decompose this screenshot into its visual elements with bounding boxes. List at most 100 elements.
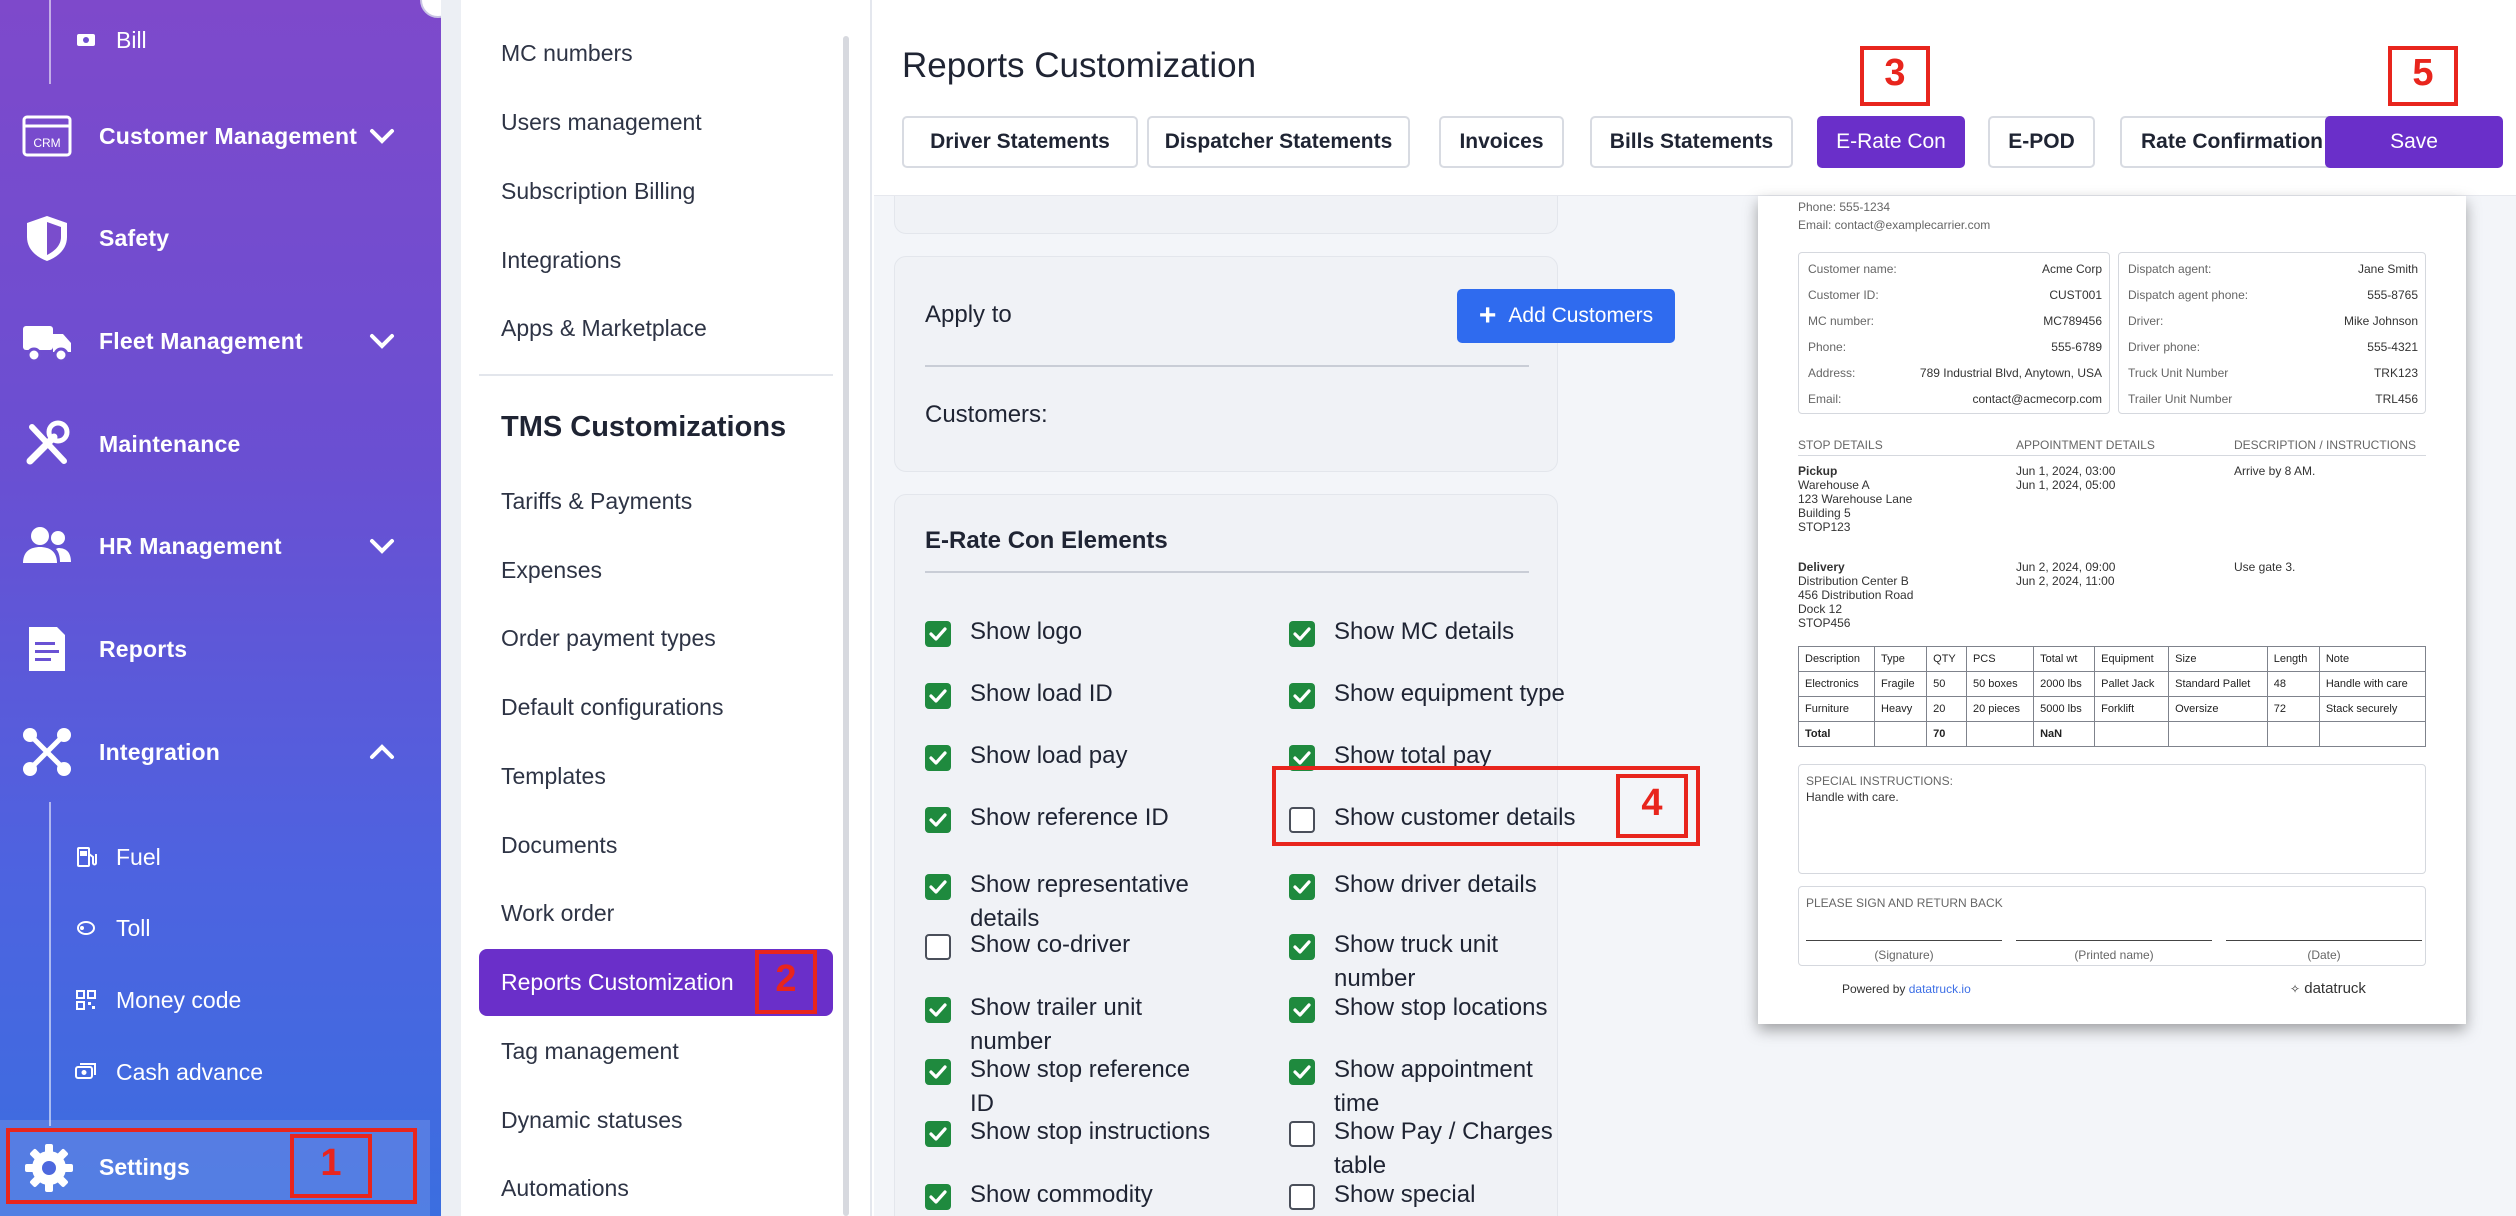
menu-item-templates[interactable]: Templates	[501, 763, 606, 790]
table-header: Length	[2266, 646, 2320, 672]
checkbox[interactable]	[925, 683, 951, 709]
brand-mark-icon: ✧	[2290, 982, 2301, 996]
menu-item-tariffs-payments[interactable]: Tariffs & Payments	[501, 488, 692, 515]
table-header: Description	[1797, 646, 1876, 672]
checkbox-label: Show trailer unit number	[970, 994, 1143, 1055]
chevron-up-icon[interactable]	[365, 735, 399, 769]
tab-driver-statements[interactable]: Driver Statements	[902, 116, 1138, 168]
stop-note: Use gate 3.	[2234, 560, 2296, 574]
table-cell: Heavy	[1874, 696, 1928, 722]
checkbox-label: Show representative details	[970, 871, 1189, 932]
field-label: Customer name:	[1808, 262, 1897, 276]
checkbox[interactable]	[925, 1184, 951, 1210]
checkbox[interactable]	[925, 745, 951, 771]
sidebar-item-reports[interactable]: Reports	[0, 609, 441, 689]
divider	[925, 365, 1529, 367]
checkbox[interactable]	[1289, 934, 1315, 960]
checkbox[interactable]	[925, 934, 951, 960]
sidebar-item-money-code[interactable]: Money code	[40, 972, 440, 1028]
brand-logo: ✧ datatruck	[2290, 980, 2366, 997]
tab-invoices[interactable]: Invoices	[1439, 116, 1564, 168]
table-header: QTY	[1926, 646, 1967, 672]
menu-item-automations[interactable]: Automations	[501, 1175, 629, 1202]
menu-item-documents[interactable]: Documents	[501, 832, 617, 859]
special-title: SPECIAL INSTRUCTIONS:	[1806, 774, 1953, 788]
field-value: 789 Industrial Blvd, Anytown, USA	[1919, 366, 2102, 380]
field-value: MC789456	[2043, 314, 2102, 328]
sidebar-item-label: HR Management	[99, 532, 282, 559]
field-label: Dispatch agent:	[2128, 262, 2212, 276]
checkbox-label: Show truck unit number	[1334, 931, 1499, 992]
sidebar-item-bill[interactable]: Bill	[40, 12, 440, 68]
sidebar-item-fuel[interactable]: Fuel	[40, 829, 440, 885]
checkbox[interactable]	[1289, 997, 1315, 1023]
menu-item-subscription-billing[interactable]: Subscription Billing	[501, 178, 695, 205]
checkbox[interactable]	[1289, 621, 1315, 647]
checkbox[interactable]	[1289, 1184, 1315, 1210]
table-cell: Pallet Jack	[2094, 671, 2170, 697]
menu-item-work-order[interactable]: Work order	[501, 900, 614, 927]
sidebar-item-integration[interactable]: Integration	[0, 712, 441, 792]
chevron-down-icon[interactable]	[365, 324, 399, 358]
powered-link[interactable]: datatruck.io	[1909, 982, 1971, 996]
sidebar-item-toll[interactable]: Toll	[40, 900, 440, 956]
table-cell	[2094, 721, 2170, 747]
table-row: Furniture Heavy 20 20 pieces 5000 lbs Forklif…	[1797, 696, 2427, 722]
sidebar-item-fleet-management[interactable]: Fleet Management	[0, 301, 441, 381]
checkbox[interactable]	[1289, 874, 1315, 900]
menu-item-default-configurations[interactable]: Default configurations	[501, 694, 723, 721]
menu-item-tag-management[interactable]: Tag management	[501, 1038, 679, 1065]
scrollbar[interactable]	[843, 36, 849, 1216]
add-customers-button[interactable]: + Add Customers	[1457, 289, 1675, 343]
stop-line: Building 5	[1798, 506, 1851, 520]
menu-item-users-management[interactable]: Users management	[501, 109, 702, 136]
checkbox[interactable]	[925, 621, 951, 647]
annotation-label: 4	[1641, 782, 1663, 824]
checkbox[interactable]	[925, 1059, 951, 1085]
checkbox[interactable]	[925, 1121, 951, 1147]
sidebar-item-cash-advance[interactable]: Cash advance	[40, 1044, 440, 1100]
tab-e-rate-con[interactable]: E-Rate Con	[1817, 116, 1965, 168]
checkbox[interactable]	[925, 807, 951, 833]
signature-label: (Date)	[2307, 948, 2341, 962]
sidebar-item-customer-management[interactable]: CRM Customer Management	[0, 96, 441, 176]
menu-item-order-payment-types[interactable]: Order payment types	[501, 625, 716, 652]
table-cell	[2318, 721, 2427, 747]
sidebar-item-label: Safety	[99, 224, 170, 251]
sidebar-item-safety[interactable]: Safety	[0, 198, 441, 278]
checkbox[interactable]	[925, 874, 951, 900]
stop-header: STOP DETAILS	[1798, 438, 1883, 452]
menu-item-apps-marketplace[interactable]: Apps & Marketplace	[501, 315, 707, 342]
money-code-icon	[74, 988, 98, 1012]
checkbox[interactable]	[1289, 683, 1315, 709]
menu-item-dynamic-statuses[interactable]: Dynamic statuses	[501, 1107, 683, 1134]
chevron-down-icon[interactable]	[365, 529, 399, 563]
menu-item-expenses[interactable]: Expenses	[501, 557, 602, 584]
checkbox[interactable]	[1289, 1059, 1315, 1085]
menu-item-integrations[interactable]: Integrations	[501, 247, 621, 274]
signature-line	[2226, 940, 2422, 941]
shield-icon	[20, 211, 74, 265]
checkbox[interactable]	[1289, 1121, 1315, 1147]
chevron-down-icon[interactable]	[365, 119, 399, 153]
field-value: CUST001	[2049, 288, 2102, 302]
powered-by: Powered by datatruck.io	[1842, 982, 1971, 996]
menu-item-mc-numbers[interactable]: MC numbers	[501, 40, 633, 67]
sidebar-item-maintenance[interactable]: Maintenance	[0, 404, 441, 484]
bill-icon	[74, 28, 98, 52]
table-cell: 50	[1926, 671, 1967, 697]
field-value: TRL456	[2375, 392, 2418, 406]
carrier-email: Email: contact@examplecarrier.com	[1798, 218, 1991, 232]
tab-rate-confirmation[interactable]: Rate Confirmation	[2120, 116, 2344, 168]
brand-name: datatruck	[2304, 980, 2366, 997]
tab-e-pod[interactable]: E-POD	[1988, 116, 2095, 168]
sidebar-item-hr-management[interactable]: HR Management	[0, 506, 441, 586]
section-title: TMS Customizations	[501, 411, 787, 443]
tab-bills-statements[interactable]: Bills Statements	[1590, 116, 1793, 168]
checkbox-label: Show co-driver	[970, 931, 1131, 958]
checkbox[interactable]	[925, 997, 951, 1023]
checkbox-label: Show load pay	[970, 742, 1128, 769]
save-button[interactable]: Save	[2325, 116, 2503, 168]
tab-dispatcher-statements[interactable]: Dispatcher Statements	[1147, 116, 1410, 168]
signature-label: (Signature)	[1874, 948, 1934, 962]
